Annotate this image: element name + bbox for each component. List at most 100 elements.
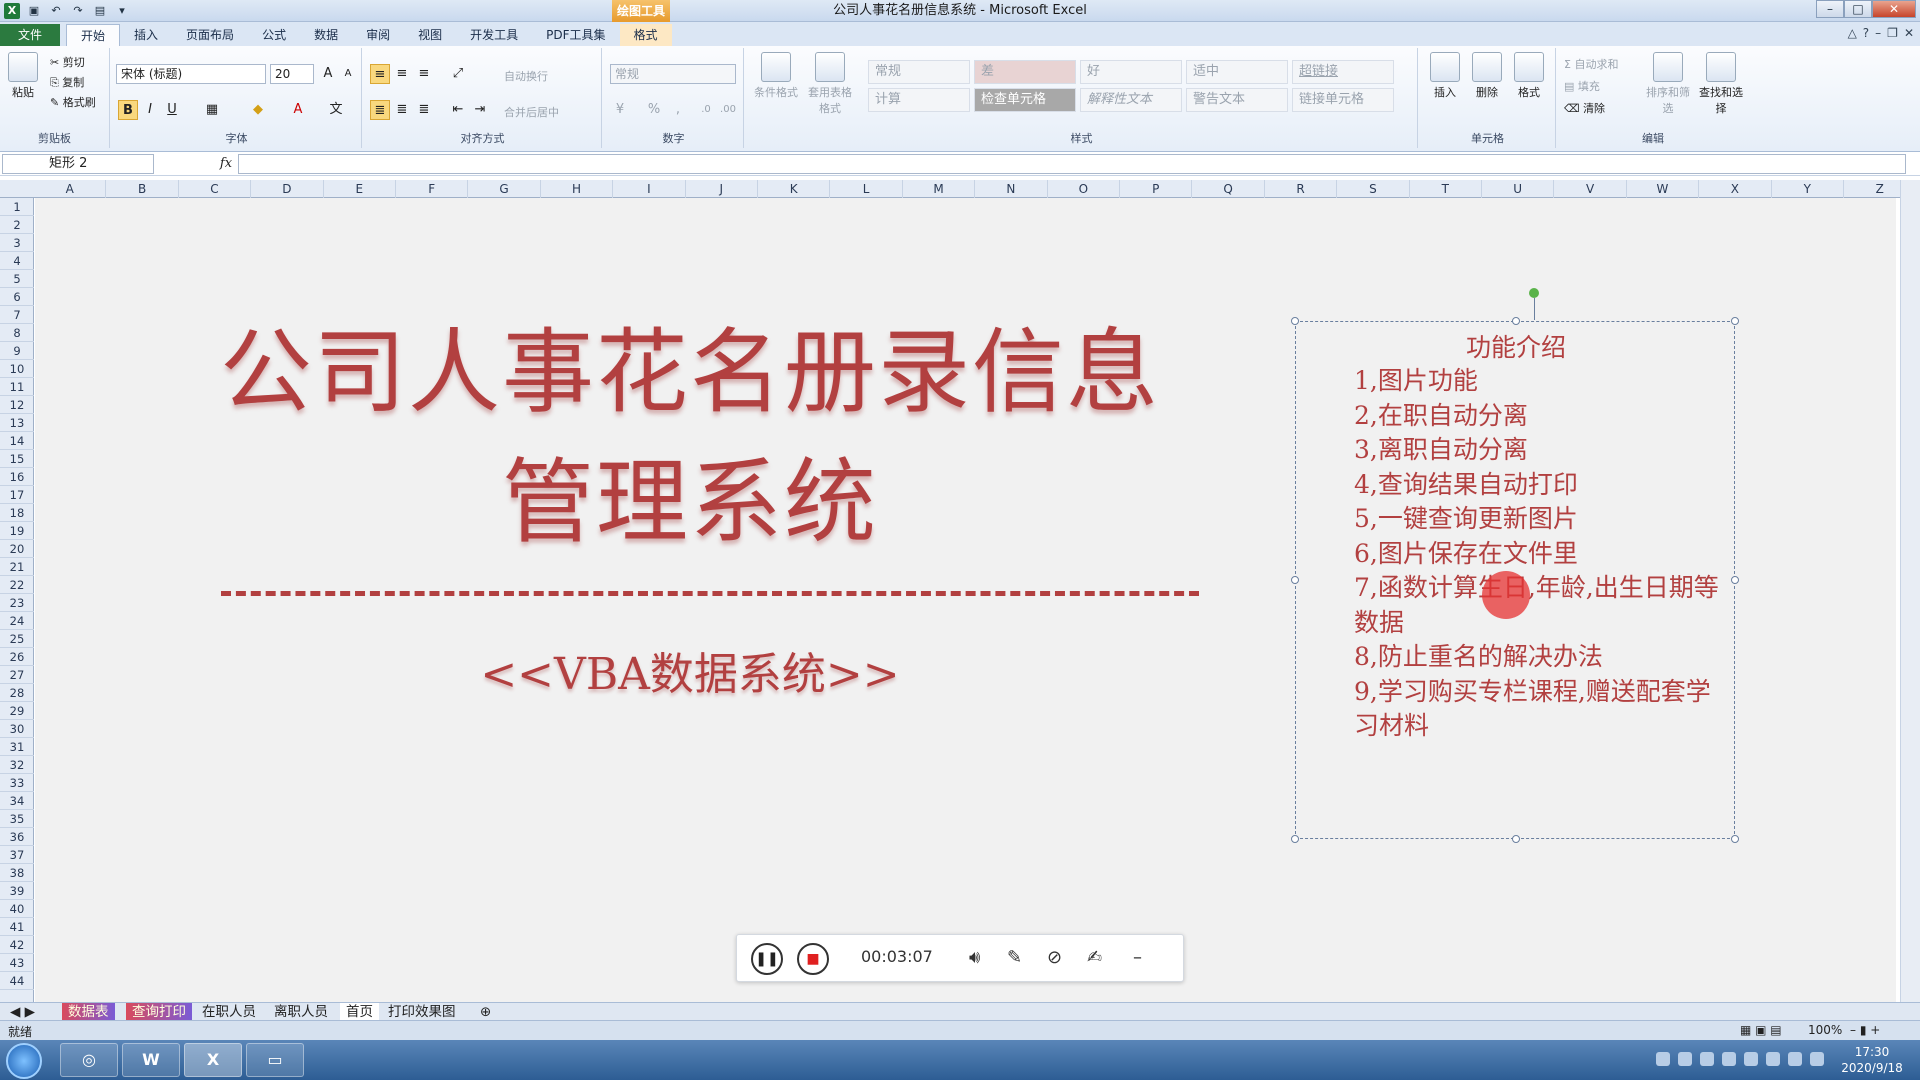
column-header[interactable]: F: [396, 180, 469, 198]
increase-decimal-icon[interactable]: .0: [696, 100, 716, 120]
column-header[interactable]: R: [1265, 180, 1338, 198]
row-header[interactable]: 23: [0, 594, 34, 612]
row-header[interactable]: 26: [0, 648, 34, 666]
sort-filter-button[interactable]: 排序和筛选: [1642, 52, 1694, 116]
close-icon[interactable]: ✕: [1872, 0, 1916, 18]
column-header[interactable]: S: [1337, 180, 1410, 198]
delete-cells-button[interactable]: 删除: [1468, 52, 1506, 100]
column-header[interactable]: M: [903, 180, 976, 198]
row-header[interactable]: 43: [0, 954, 34, 972]
row-header[interactable]: 29: [0, 702, 34, 720]
percent-icon[interactable]: %: [644, 100, 664, 120]
stop-icon[interactable]: ■: [797, 943, 829, 975]
main-title[interactable]: 公司人事花名册录信息 管理系统: [185, 308, 1195, 568]
row-header[interactable]: 36: [0, 828, 34, 846]
insert-cells-button[interactable]: 插入: [1426, 52, 1464, 100]
row-header[interactable]: 22: [0, 576, 34, 594]
folder-icon[interactable]: ▭: [246, 1043, 304, 1077]
resize-handle[interactable]: [1512, 317, 1520, 325]
style-hyperlink[interactable]: 超链接: [1292, 60, 1394, 84]
column-header[interactable]: N: [975, 180, 1048, 198]
conditional-format-button[interactable]: 条件格式: [750, 52, 802, 100]
resize-handle[interactable]: [1291, 317, 1299, 325]
insert-function-icon[interactable]: fx: [216, 154, 236, 174]
decrease-indent-icon[interactable]: ⇤: [448, 100, 468, 120]
row-header[interactable]: 2: [0, 216, 34, 234]
style-warning[interactable]: 警告文本: [1186, 88, 1288, 112]
row-header[interactable]: 41: [0, 918, 34, 936]
row-header[interactable]: 33: [0, 774, 34, 792]
style-neutral[interactable]: 适中: [1186, 60, 1288, 84]
column-header[interactable]: O: [1048, 180, 1120, 198]
row-header[interactable]: 19: [0, 522, 34, 540]
tray-icon[interactable]: [1678, 1052, 1692, 1066]
view-buttons-icon[interactable]: ▦ ▣ ▤: [1740, 1023, 1782, 1037]
column-header[interactable]: E: [324, 180, 396, 198]
tab-file[interactable]: 文件: [0, 24, 61, 46]
excel-icon[interactable]: X: [184, 1043, 242, 1077]
column-header[interactable]: C: [179, 180, 252, 198]
row-header[interactable]: 24: [0, 612, 34, 630]
row-header[interactable]: 4: [0, 252, 34, 270]
row-header[interactable]: 42: [0, 936, 34, 954]
row-header[interactable]: 16: [0, 468, 34, 486]
column-header[interactable]: B: [106, 180, 179, 198]
tab-data[interactable]: 数据: [300, 24, 352, 46]
autosum-button[interactable]: Σ 自动求和: [1564, 56, 1618, 72]
worksheet-grid[interactable]: 公司人事花名册录信息 管理系统 <<VBA数据系统>> 功能介绍 1,图片功能 …: [35, 198, 1896, 1002]
find-select-button[interactable]: 查找和选择: [1694, 52, 1748, 116]
column-header[interactable]: Q: [1192, 180, 1265, 198]
row-header[interactable]: 13: [0, 414, 34, 432]
column-header[interactable]: T: [1410, 180, 1482, 198]
row-header[interactable]: 8: [0, 324, 34, 342]
row-header[interactable]: 39: [0, 882, 34, 900]
row-header[interactable]: 28: [0, 684, 34, 702]
format-painter-button[interactable]: ✎ 格式刷: [50, 94, 96, 110]
tray-icon[interactable]: [1722, 1052, 1736, 1066]
underline-button[interactable]: U: [162, 100, 182, 120]
tab-home[interactable]: 开始: [66, 24, 121, 46]
align-right-icon[interactable]: ≣: [414, 100, 434, 120]
zoom-level[interactable]: 100%: [1808, 1023, 1842, 1037]
row-header[interactable]: 38: [0, 864, 34, 882]
workbook-restore-icon[interactable]: ❐: [1887, 26, 1898, 40]
resize-handle[interactable]: [1731, 576, 1739, 584]
comma-icon[interactable]: ,: [668, 100, 688, 120]
row-header[interactable]: 40: [0, 900, 34, 918]
row-header[interactable]: 27: [0, 666, 34, 684]
italic-button[interactable]: I: [140, 100, 160, 120]
tray-icon[interactable]: [1656, 1052, 1670, 1066]
fill-color-icon[interactable]: ◆: [248, 100, 268, 120]
column-header[interactable]: P: [1120, 180, 1193, 198]
row-header[interactable]: 1: [0, 198, 34, 216]
merge-center-button[interactable]: 合并后居中: [504, 104, 559, 120]
grow-font-icon[interactable]: A: [318, 64, 338, 84]
column-header[interactable]: X: [1699, 180, 1772, 198]
row-header[interactable]: 12: [0, 396, 34, 414]
column-header[interactable]: H: [541, 180, 614, 198]
row-header[interactable]: 14: [0, 432, 34, 450]
sheet-tab[interactable]: 查询打印: [126, 1003, 192, 1021]
sheet-tab[interactable]: 打印效果图: [382, 1003, 462, 1021]
sheet-nav-icon[interactable]: ◀ ▶: [4, 1003, 41, 1021]
minimize-recorder-icon[interactable]: –: [1133, 947, 1142, 968]
orientation-icon[interactable]: ⤢: [448, 64, 468, 84]
style-calculation[interactable]: 计算: [868, 88, 970, 112]
customize-qat-icon[interactable]: ▾: [114, 3, 130, 19]
row-header[interactable]: 35: [0, 810, 34, 828]
format-as-table-button[interactable]: 套用表格格式: [804, 52, 856, 116]
column-header[interactable]: I: [613, 180, 686, 198]
border-icon[interactable]: ▦: [202, 100, 222, 120]
row-header[interactable]: 25: [0, 630, 34, 648]
row-header[interactable]: 20: [0, 540, 34, 558]
help-icon[interactable]: ?: [1863, 26, 1869, 40]
style-normal[interactable]: 常规: [868, 60, 970, 84]
tray-icon[interactable]: [1744, 1052, 1758, 1066]
style-linked-cell[interactable]: 链接单元格: [1292, 88, 1394, 112]
row-header[interactable]: 18: [0, 504, 34, 522]
tab-formulas[interactable]: 公式: [248, 24, 300, 46]
row-header[interactable]: 15: [0, 450, 34, 468]
resize-handle[interactable]: [1512, 835, 1520, 843]
currency-icon[interactable]: ¥: [610, 100, 630, 120]
collapse-ribbon-icon[interactable]: △: [1848, 26, 1857, 40]
